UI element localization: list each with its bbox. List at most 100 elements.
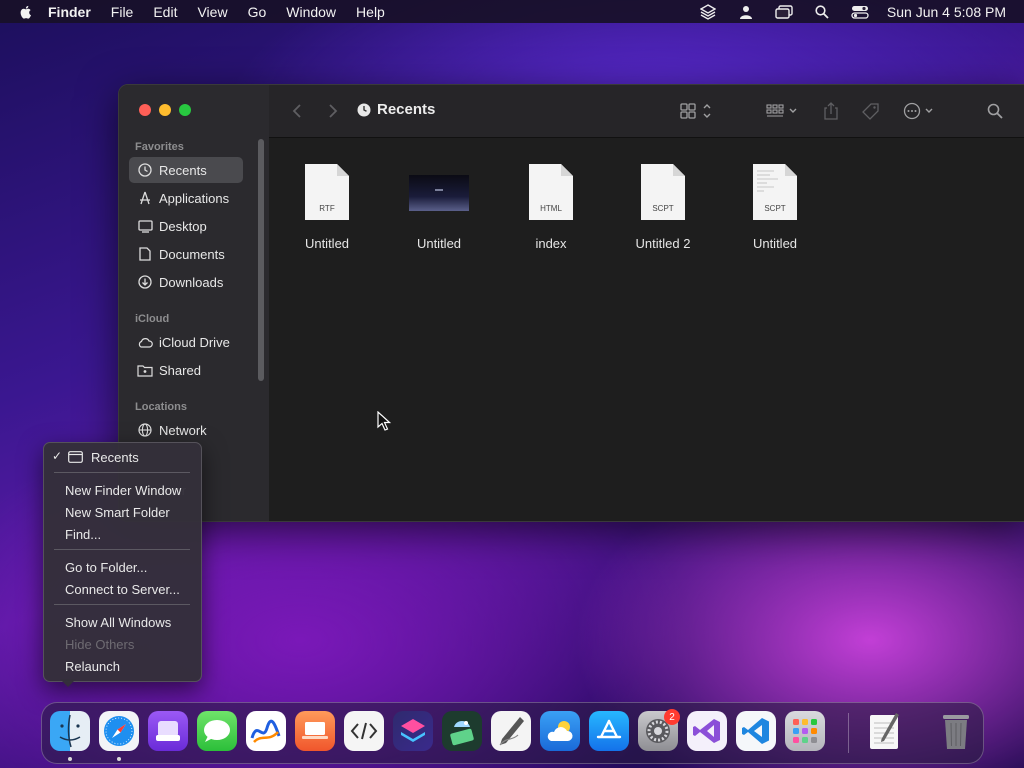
sidebar-item-shared[interactable]: Shared	[129, 357, 243, 383]
file-type-label: SCPT	[652, 204, 673, 213]
launchpad-grid-icon	[793, 719, 817, 743]
apple-icon[interactable]	[18, 4, 34, 20]
sidebar-item-applications[interactable]: Applications	[129, 185, 243, 211]
sidebar-item-network[interactable]: Network	[129, 417, 243, 443]
dock-safari[interactable]	[99, 711, 139, 751]
shortcuts-icon	[401, 719, 425, 742]
running-indicator	[68, 757, 72, 761]
menu-item-hide-others: Hide Others	[65, 636, 135, 652]
view-mode-button[interactable]	[677, 99, 717, 123]
menu-item-label: Recents	[91, 449, 139, 465]
file-name: Untitled	[304, 236, 350, 251]
control-center-icon[interactable]	[851, 4, 869, 20]
window-icon	[68, 451, 83, 463]
dock-visual-studio[interactable]	[687, 711, 727, 751]
trash-icon	[943, 715, 969, 749]
file-name: Untitled	[416, 236, 462, 251]
menu-item-connect-to-server[interactable]: Connect to Server...	[65, 579, 180, 599]
sidebar-item-desktop[interactable]: Desktop	[129, 213, 243, 239]
sidebar-item-label: Downloads	[159, 274, 224, 290]
menu-item-recents[interactable]: Recents	[68, 447, 139, 467]
share-icon	[824, 102, 838, 120]
menu-separator	[54, 472, 190, 473]
sidebar-item-label: Documents	[159, 246, 225, 262]
dock-script-editor[interactable]	[344, 711, 384, 751]
dock-finder[interactable]	[50, 711, 90, 751]
back-button[interactable]	[287, 101, 307, 121]
sidebar-item-documents[interactable]: Documents	[129, 241, 243, 267]
applications-icon	[137, 190, 153, 206]
layers-icon[interactable]	[699, 3, 717, 20]
menu-item-go-to-folder[interactable]: Go to Folder...	[65, 557, 147, 577]
share-button[interactable]	[819, 99, 843, 123]
file-item[interactable]: SCPT Untitled	[720, 163, 830, 251]
dock-shortcuts[interactable]	[393, 711, 433, 751]
file-name: Untitled 2	[635, 236, 691, 251]
menu-item-relaunch[interactable]: Relaunch	[65, 656, 120, 676]
finder-window: Favorites Recents Applications Desktop D…	[118, 84, 1024, 522]
clock[interactable]: Sun Jun 4 5:08 PM	[887, 4, 1006, 20]
finder-icon	[59, 714, 81, 748]
sidebar-scrollbar[interactable]	[258, 139, 264, 381]
pen-icon	[499, 717, 524, 746]
more-actions-button[interactable]	[901, 99, 941, 123]
dock-system-settings[interactable]: 2	[638, 709, 680, 751]
dock-launchpad[interactable]	[785, 711, 825, 751]
rtf-document-icon: RTF	[305, 164, 349, 220]
menu-app-finder[interactable]: Finder	[48, 4, 91, 20]
menu-separator	[54, 604, 190, 605]
document-icon	[137, 246, 153, 262]
dock-freeform[interactable]	[246, 711, 286, 751]
menu-item-find[interactable]: Find...	[65, 524, 101, 544]
app-store-icon	[596, 719, 622, 739]
dock-script-pen[interactable]	[491, 711, 531, 751]
html-document-icon: HTML	[529, 164, 573, 220]
sidebar-item-icloud-drive[interactable]: iCloud Drive	[129, 329, 243, 355]
close-button[interactable]	[139, 104, 151, 116]
sidebar-item-recents[interactable]: Recents	[129, 157, 243, 183]
menu-file[interactable]: File	[111, 4, 134, 20]
file-type-label: HTML	[540, 204, 562, 213]
window-controls	[139, 104, 199, 116]
sidebar-item-downloads[interactable]: Downloads	[129, 269, 243, 295]
menu-go[interactable]: Go	[248, 4, 267, 20]
scpt-document-icon: SCPT	[641, 164, 685, 220]
dock-keynote-alt[interactable]	[295, 711, 335, 751]
menu-window[interactable]: Window	[286, 4, 336, 20]
menu-item-new-finder-window[interactable]: New Finder Window	[65, 480, 181, 500]
recents-clock-icon	[357, 103, 371, 116]
file-item[interactable]: SCPT Untitled 2	[608, 163, 718, 251]
file-item[interactable]: RTF Untitled	[272, 163, 382, 251]
dock-podcast-archive[interactable]	[148, 711, 188, 751]
notepad-icon	[870, 713, 899, 749]
menu-edit[interactable]: Edit	[153, 4, 177, 20]
screen-mirroring-icon[interactable]	[775, 4, 793, 20]
file-item[interactable]: Untitled	[384, 163, 494, 251]
file-name: Untitled	[752, 236, 798, 251]
cloud-sun-icon	[547, 721, 573, 741]
dock-messages[interactable]	[197, 711, 237, 751]
checkmark-icon: ✓	[52, 449, 63, 463]
search-button[interactable]	[983, 99, 1007, 123]
menu-item-show-all-windows[interactable]: Show All Windows	[65, 612, 171, 632]
dock-vscode[interactable]	[736, 711, 776, 751]
dock-app-store[interactable]	[589, 711, 629, 751]
user-icon[interactable]	[737, 4, 755, 20]
tag-button[interactable]	[859, 99, 883, 123]
sidebar-item-label: Shared	[159, 362, 201, 378]
dock-textedit-document[interactable]	[864, 711, 904, 751]
file-item[interactable]: HTML index	[496, 163, 606, 251]
minimize-button[interactable]	[159, 104, 171, 116]
spotlight-search-icon[interactable]	[813, 4, 831, 20]
menu-view[interactable]: View	[197, 4, 227, 20]
dock-money-app[interactable]	[442, 711, 482, 751]
menu-item-new-smart-folder[interactable]: New Smart Folder	[65, 502, 170, 522]
zoom-button[interactable]	[179, 104, 191, 116]
sidebar-item-label: Desktop	[159, 218, 207, 234]
dock: 2	[41, 702, 984, 764]
menu-help[interactable]: Help	[356, 4, 385, 20]
forward-button[interactable]	[323, 101, 343, 121]
dock-trash[interactable]	[936, 711, 976, 751]
dock-weather[interactable]	[540, 711, 580, 751]
group-button[interactable]	[763, 99, 803, 123]
